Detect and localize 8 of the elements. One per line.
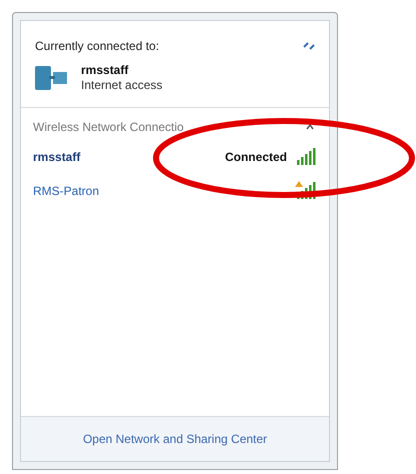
section-heading: Currently connected to: bbox=[35, 38, 160, 55]
network-item[interactable]: rmsstaff Connected bbox=[21, 146, 329, 168]
network-name: rmsstaff bbox=[81, 63, 130, 78]
chevron-icon bbox=[306, 124, 314, 130]
network-item[interactable]: RMS-Patron bbox=[21, 180, 329, 202]
connection-status: Connected bbox=[224, 149, 287, 166]
section-title: Wireless Network Connectio bbox=[33, 119, 184, 136]
access-status: Internet access bbox=[81, 78, 162, 93]
